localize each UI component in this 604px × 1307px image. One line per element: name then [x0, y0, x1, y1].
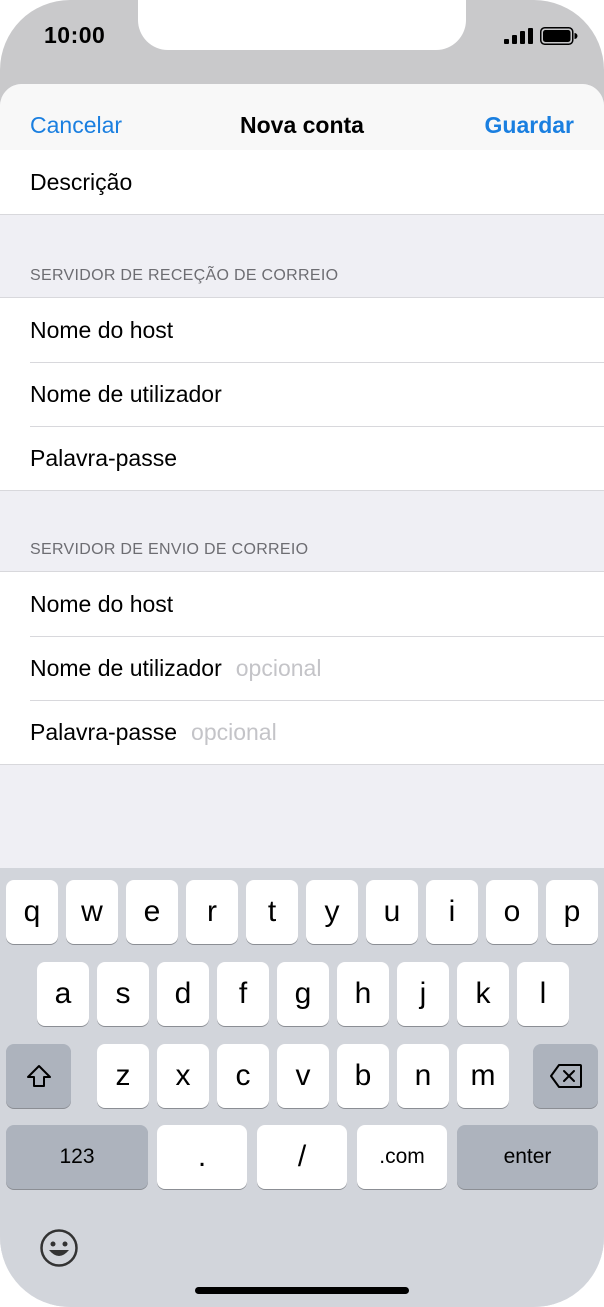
battery-icon — [540, 27, 578, 45]
key-v[interactable]: v — [277, 1044, 329, 1108]
outgoing-hostname-label: Nome do host — [30, 590, 174, 617]
key-dotcom[interactable]: .com — [357, 1125, 447, 1189]
outgoing-hostname-field[interactable]: Nome do host — [0, 572, 604, 636]
emoji-icon[interactable] — [39, 1228, 79, 1268]
key-l[interactable]: l — [517, 962, 569, 1026]
description-field[interactable]: Descrição — [0, 150, 604, 214]
key-c[interactable]: c — [217, 1044, 269, 1108]
incoming-server-group: Nome do host Nome de utilizador Palavra-… — [0, 297, 604, 491]
incoming-password-label: Palavra-passe — [30, 444, 178, 471]
numbers-key[interactable]: 123 — [6, 1125, 148, 1189]
outgoing-server-group: Nome do host Nome de utilizador opcional… — [0, 571, 604, 765]
signal-icon — [504, 28, 533, 44]
phone-screen: 10:00 Cancelar Nova conta Guardar Descri… — [0, 0, 604, 1307]
incoming-hostname-field[interactable]: Nome do host — [0, 298, 604, 362]
key-j[interactable]: j — [397, 962, 449, 1026]
enter-key[interactable]: enter — [457, 1125, 598, 1189]
outgoing-password-placeholder: opcional — [191, 718, 277, 745]
key-b[interactable]: b — [337, 1044, 389, 1108]
key-t[interactable]: t — [246, 880, 298, 944]
key-r[interactable]: r — [186, 880, 238, 944]
key-x[interactable]: x — [157, 1044, 209, 1108]
key-d[interactable]: d — [157, 962, 209, 1026]
key-h[interactable]: h — [337, 962, 389, 1026]
key-q[interactable]: q — [6, 880, 58, 944]
key-s[interactable]: s — [97, 962, 149, 1026]
incoming-server-header: SERVIDOR DE RECEÇÃO DE CORREIO — [30, 267, 339, 284]
key-g[interactable]: g — [277, 962, 329, 1026]
key-z[interactable]: z — [97, 1044, 149, 1108]
description-group: Descrição — [0, 150, 604, 215]
shift-key[interactable] — [6, 1044, 71, 1108]
outgoing-server-header: SERVIDOR DE ENVIO DE CORREIO — [30, 541, 309, 558]
status-time: 10:00 — [44, 22, 106, 48]
key-k[interactable]: k — [457, 962, 509, 1026]
key-u[interactable]: u — [366, 880, 418, 944]
key-y[interactable]: y — [306, 880, 358, 944]
notch — [138, 0, 466, 50]
save-button[interactable]: Guardar — [485, 112, 574, 139]
backspace-key[interactable] — [533, 1044, 598, 1108]
home-indicator — [195, 1287, 409, 1294]
cancel-button[interactable]: Cancelar — [30, 112, 122, 139]
key-e[interactable]: e — [126, 880, 178, 944]
incoming-username-label: Nome de utilizador — [30, 380, 222, 407]
incoming-hostname-label: Nome do host — [30, 316, 174, 343]
description-label: Descrição — [30, 168, 133, 195]
incoming-username-field[interactable]: Nome de utilizador — [0, 362, 604, 426]
keyboard: q w e r t y u i o p a s d f g h j k l z … — [0, 868, 604, 1307]
key-dot[interactable]: . — [157, 1125, 247, 1189]
outgoing-password-label: Palavra-passe — [30, 718, 178, 745]
key-m[interactable]: m — [457, 1044, 509, 1108]
key-w[interactable]: w — [66, 880, 118, 944]
outgoing-username-label: Nome de utilizador — [30, 654, 222, 681]
status-bar: 10:00 — [0, 0, 604, 84]
key-a[interactable]: a — [37, 962, 89, 1026]
outgoing-username-field[interactable]: Nome de utilizador opcional — [0, 636, 604, 700]
key-o[interactable]: o — [486, 880, 538, 944]
key-f[interactable]: f — [217, 962, 269, 1026]
key-slash[interactable]: / — [257, 1125, 347, 1189]
key-n[interactable]: n — [397, 1044, 449, 1108]
key-i[interactable]: i — [426, 880, 478, 944]
key-p[interactable]: p — [546, 880, 598, 944]
backspace-icon — [549, 1064, 582, 1088]
shift-icon — [26, 1065, 51, 1087]
outgoing-password-field[interactable]: Palavra-passe opcional — [0, 700, 604, 764]
incoming-password-field[interactable]: Palavra-passe — [0, 426, 604, 490]
outgoing-username-placeholder: opcional — [235, 654, 322, 681]
